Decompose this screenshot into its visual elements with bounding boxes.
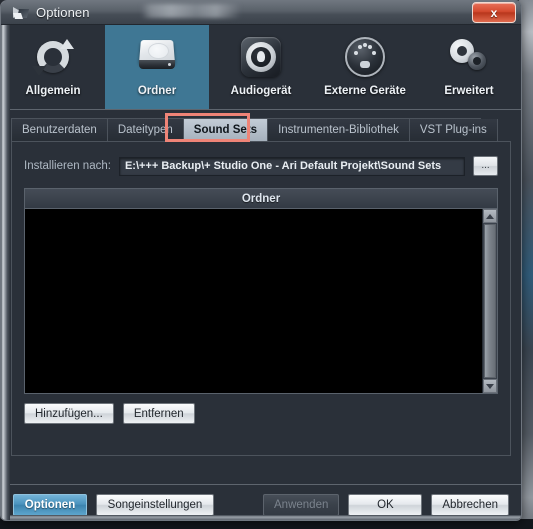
options-dialog-window: Optionen x Allgemein Ordner Audiogerät E… — [0, 0, 522, 521]
tab-bar: Benutzerdaten Dateitypen Sound Sets Inst… — [11, 113, 498, 142]
toolbar-label-ordner: Ordner — [137, 85, 177, 97]
folder-list-box[interactable] — [24, 208, 498, 394]
tab-sound-sets[interactable]: Sound Sets — [183, 119, 269, 141]
browse-folder-button[interactable]: ... — [473, 156, 498, 176]
toolbar-item-allgemein[interactable]: Allgemein — [1, 25, 105, 109]
toolbar-label-allgemein: Allgemein — [25, 85, 81, 97]
toolbar-item-externe-geraete[interactable]: Externe Geräte — [313, 25, 417, 109]
song-settings-button[interactable]: Songeinstellungen — [96, 493, 214, 516]
gears-icon — [446, 34, 492, 80]
hard-disk-icon — [134, 34, 180, 80]
window-title: Optionen — [36, 5, 90, 20]
sound-sets-panel: Installieren nach: E:\+++ Backup\+ Studi… — [11, 141, 511, 456]
add-folder-button[interactable]: Hinzufügen... — [24, 403, 114, 424]
folder-list-header: Ordner — [24, 188, 498, 208]
midi-din-connector-icon — [342, 34, 388, 80]
category-toolbar: Allgemein Ordner Audiogerät Externe Gerä… — [1, 25, 521, 110]
cancel-button[interactable]: Abbrechen — [431, 493, 509, 516]
scrollbar-thumb[interactable] — [484, 224, 496, 378]
scroll-down-button[interactable] — [483, 379, 497, 393]
tab-instrumenten-bibliothek[interactable]: Instrumenten-Bibliothek — [268, 119, 410, 141]
options-button[interactable]: Optionen — [13, 493, 87, 516]
toolbar-label-erweitert: Erweitert — [444, 85, 494, 97]
install-path-input[interactable]: E:\+++ Backup\+ Studio One - Ari Default… — [118, 156, 465, 176]
content-pane: Benutzerdaten Dateitypen Sound Sets Inst… — [1, 110, 521, 484]
toolbar-label-externe-geraete: Externe Geräte — [324, 85, 406, 97]
remove-folder-button[interactable]: Entfernen — [122, 403, 195, 424]
scroll-up-button[interactable] — [483, 209, 497, 223]
folder-list-actions: Hinzufügen... Entfernen — [24, 403, 498, 424]
folder-list-items[interactable] — [25, 209, 482, 393]
close-icon: x — [490, 5, 498, 20]
footer-left-group: Optionen Songeinstellungen — [13, 493, 214, 516]
install-path-row: Installieren nach: E:\+++ Backup\+ Studi… — [24, 156, 498, 176]
folder-list-scrollbar[interactable] — [482, 209, 497, 393]
toolbar-item-audiogeraet[interactable]: Audiogerät — [209, 25, 313, 109]
title-bar: Optionen x — [1, 1, 521, 25]
install-path-label: Installieren nach: — [24, 160, 111, 172]
toolbar-label-audiogeraet: Audiogerät — [230, 85, 292, 97]
refresh-circular-arrows-icon — [30, 34, 76, 80]
ok-button[interactable]: OK — [348, 493, 423, 516]
tab-dateitypen[interactable]: Dateitypen — [107, 119, 184, 141]
footer-right-group: Anwenden OK Abbrechen — [263, 493, 509, 516]
toolbar-item-ordner[interactable]: Ordner — [105, 25, 209, 109]
redacted-title-text — [141, 4, 241, 18]
window-bottom-bevel — [1, 515, 521, 520]
audio-device-knob-icon — [238, 34, 284, 80]
apply-button[interactable]: Anwenden — [263, 493, 340, 516]
caret-up-icon — [486, 213, 494, 219]
close-button[interactable]: x — [472, 2, 516, 23]
toolbar-item-erweitert[interactable]: Erweitert — [417, 25, 521, 109]
studio-one-logo-icon — [12, 5, 30, 21]
caret-down-icon — [486, 383, 494, 389]
tab-benutzerdaten[interactable]: Benutzerdaten — [12, 119, 108, 141]
tab-vst-plug-ins[interactable]: VST Plug-ins — [409, 119, 498, 141]
